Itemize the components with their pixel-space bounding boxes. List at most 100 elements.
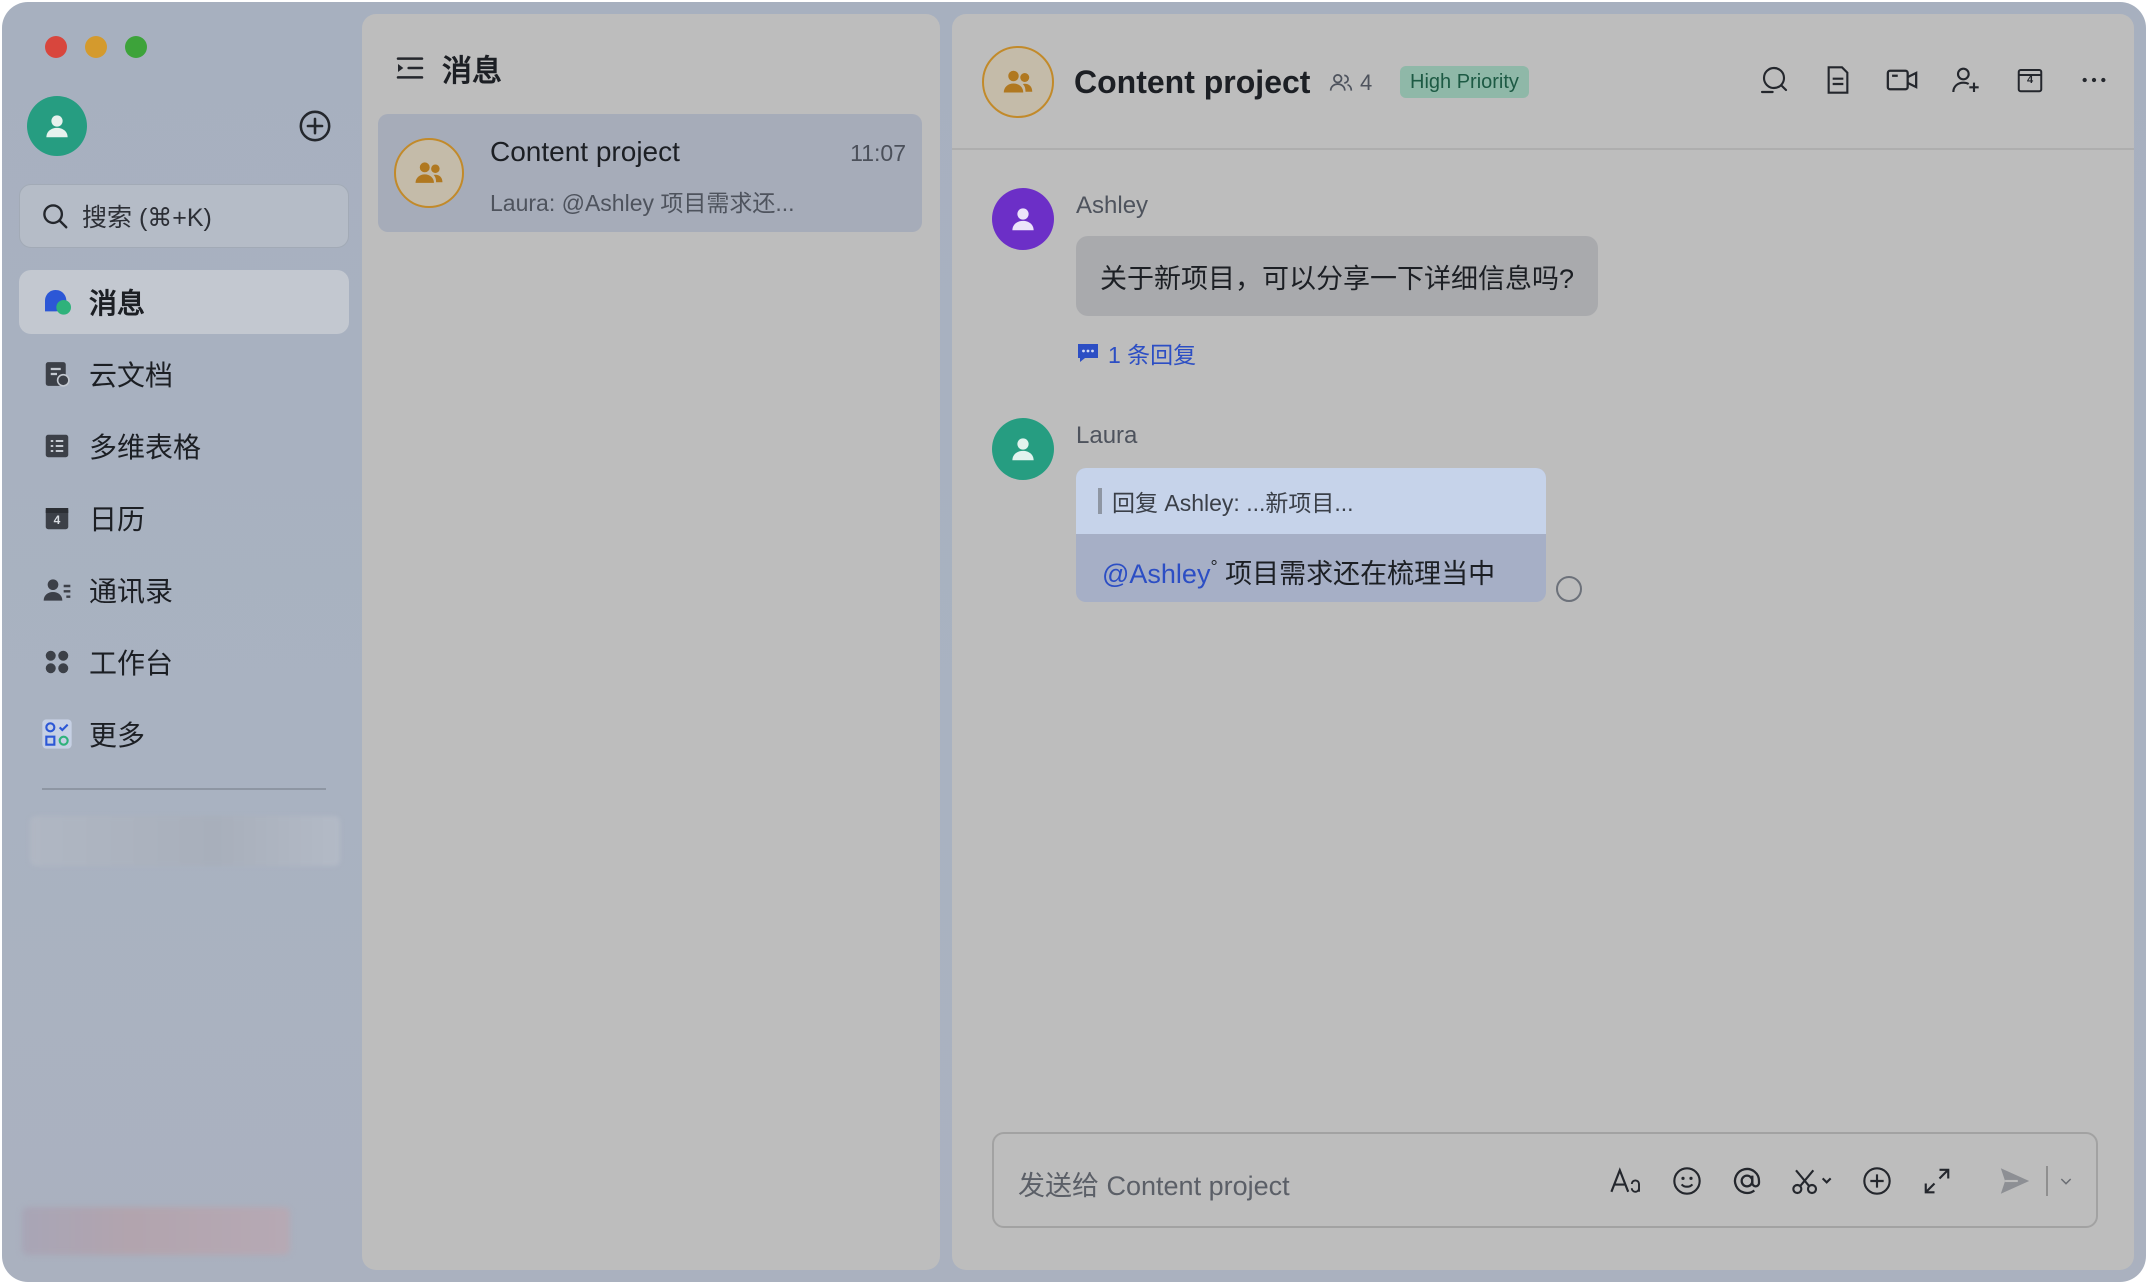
read-status-icon[interactable] <box>1556 576 1582 602</box>
message-composer[interactable]: 发送给 Content project <box>992 1132 2098 1228</box>
sidebar-item-contacts[interactable]: 通讯录 <box>19 558 349 622</box>
quoted-text: 回复 Ashley: ...新项目... <box>1112 490 1354 516</box>
expand-icon <box>1924 1168 1950 1194</box>
person-icon <box>1012 438 1034 461</box>
composer-input[interactable]: 发送给 Content project <box>1018 1164 1290 1203</box>
conversation-item[interactable]: Content project 11:07 Laura: @Ashley 项目需… <box>378 114 922 232</box>
minimize-window-button[interactable] <box>85 36 107 58</box>
sidebar-item-workplace[interactable]: 工作台 <box>19 630 349 694</box>
reply-thread-icon <box>1076 341 1100 365</box>
mention-button[interactable] <box>1728 1162 1766 1200</box>
send-divider <box>2046 1166 2048 1196</box>
sidebar-item-messages[interactable]: 消息 <box>19 270 349 334</box>
message-sender: Ashley <box>1076 192 1149 219</box>
plus-circle-icon <box>299 110 331 142</box>
add-attachment-button[interactable] <box>1858 1162 1896 1200</box>
blurred-region <box>30 816 340 866</box>
sidebar-item-label: 云文档 <box>89 360 174 391</box>
search-chat-icon <box>1760 66 1788 94</box>
mention-read-mark: ° <box>1210 557 1218 577</box>
chevron-down-icon <box>2060 1178 2072 1185</box>
chat-toolbar: 4 <box>1756 62 2112 98</box>
emoji-button[interactable] <box>1668 1162 1706 1200</box>
mention-link[interactable]: @Ashley <box>1102 559 1210 589</box>
sidebar-nav: 消息 云文档 多维表格 4 日历 通讯录 工作台 更多 <box>19 270 349 774</box>
ellipsis-icon <box>2082 77 2106 83</box>
close-window-button[interactable] <box>45 36 67 58</box>
zoom-window-button[interactable] <box>125 36 147 58</box>
replies-label: 1 条回复 <box>1108 342 1197 368</box>
text-format-button[interactable] <box>1608 1162 1646 1200</box>
composer-toolbar <box>1608 1162 2076 1200</box>
priority-badge: High Priority <box>1400 66 1529 98</box>
search-icon <box>40 201 70 231</box>
video-call-button[interactable] <box>1884 62 1920 98</box>
send-button[interactable] <box>1996 1162 2034 1200</box>
conversation-list-title: 消息 <box>442 55 502 88</box>
chat-panel: Content project 4 High Priority 4 Ashley… <box>952 14 2134 1270</box>
message-text: @Ashley° 项目需求还在梳理当中 <box>1102 552 1495 591</box>
create-button[interactable] <box>297 108 333 144</box>
sidebar-item-docs[interactable]: 云文档 <box>19 342 349 406</box>
conversation-list-header: 消息 <box>394 46 502 90</box>
user-avatar[interactable] <box>27 96 87 156</box>
chat-header: Content project 4 High Priority 4 <box>952 14 2134 150</box>
quote-bar <box>1098 488 1102 514</box>
sidebar-item-base[interactable]: 多维表格 <box>19 414 349 478</box>
sidebar-item-label: 更多 <box>89 720 146 751</box>
conversation-time: 11:07 <box>850 140 906 166</box>
cloud-docs-icon <box>41 358 73 390</box>
reply-message-bubble[interactable]: 回复 Ashley: ...新项目... @Ashley° 项目需求还在梳理当中 <box>1076 468 1546 602</box>
screenshot-button[interactable] <box>1788 1162 1836 1200</box>
table-icon <box>41 430 73 462</box>
ashley-avatar[interactable] <box>992 188 1054 250</box>
docs-button[interactable] <box>1820 62 1856 98</box>
video-camera-icon <box>1886 69 1918 91</box>
calendar-icon: 4 <box>41 502 73 534</box>
at-sign-icon <box>1733 1167 1761 1195</box>
expand-composer-button[interactable] <box>1918 1162 1956 1200</box>
sidebar-item-more[interactable]: 更多 <box>19 702 349 766</box>
message-sender: Laura <box>1076 422 1138 449</box>
calendar-button[interactable]: 4 <box>2012 62 2048 98</box>
plus-circle-icon <box>1863 1167 1891 1195</box>
search-chat-button[interactable] <box>1756 62 1792 98</box>
conversation-title: Content project <box>490 136 680 167</box>
conversation-preview: Laura: @Ashley 项目需求还... <box>490 190 795 216</box>
sidebar-item-calendar[interactable]: 4 日历 <box>19 486 349 550</box>
sidebar-item-label: 消息 <box>89 288 146 319</box>
window-controls <box>45 36 147 58</box>
message-bubble[interactable]: 关于新项目，可以分享一下详细信息吗? <box>1076 236 1599 316</box>
blurred-region <box>22 1207 290 1255</box>
calendar-day-number: 4 <box>2026 74 2034 86</box>
laura-avatar[interactable] <box>992 418 1054 480</box>
sidebar-item-label: 工作台 <box>89 648 174 679</box>
sidebar-item-label: 多维表格 <box>89 432 202 463</box>
send-options-button[interactable] <box>2056 1162 2076 1200</box>
quoted-message[interactable]: 回复 Ashley: ...新项目... <box>1076 468 1546 534</box>
more-options-button[interactable] <box>2076 62 2112 98</box>
member-count[interactable]: 4 <box>1328 70 1372 96</box>
emoji-icon <box>1673 1167 1701 1195</box>
sidebar-item-label: 通讯录 <box>89 576 174 607</box>
more-apps-icon <box>41 718 73 750</box>
chat-title: Content project <box>1074 64 1311 100</box>
scissors-icon <box>1792 1169 1832 1195</box>
message-body: 项目需求还在梳理当中 <box>1217 559 1496 589</box>
member-count-value: 4 <box>1360 70 1373 95</box>
group-avatar[interactable] <box>982 46 1054 118</box>
search-placeholder: 搜索 (⌘+K) <box>82 204 212 232</box>
thread-replies-link[interactable]: 1 条回复 <box>1076 336 1196 370</box>
sidebar-item-label: 日历 <box>89 504 146 535</box>
group-icon <box>1003 70 1033 93</box>
chat-bubble-icon <box>41 286 73 318</box>
message-text: 关于新项目，可以分享一下详细信息吗? <box>1100 263 1575 294</box>
search-box[interactable]: 搜索 (⌘+K) <box>19 184 349 248</box>
collapse-list-icon[interactable] <box>394 52 426 84</box>
calendar-day-number: 4 <box>53 513 61 527</box>
conversation-list-panel: 消息 Content project 11:07 Laura: @Ashley … <box>362 14 940 1270</box>
person-icon <box>1012 208 1034 231</box>
add-member-button[interactable] <box>1948 62 1984 98</box>
document-icon <box>1827 66 1849 94</box>
workplace-icon <box>41 646 73 678</box>
